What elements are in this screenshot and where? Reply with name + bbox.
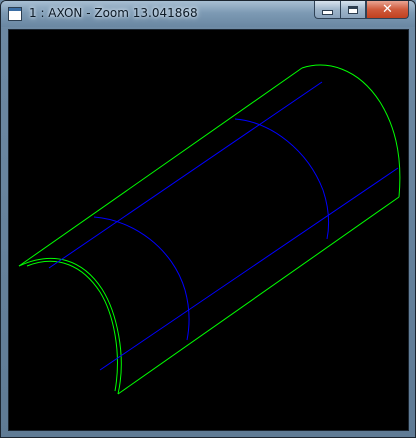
wireframe-drawing [18, 64, 401, 395]
near-end-arc-outer [18, 258, 122, 395]
minimize-button[interactable] [314, 1, 340, 19]
graphics-viewport[interactable] [8, 29, 409, 431]
inner-bottom-line [99, 167, 399, 371]
maximize-icon [348, 5, 358, 14]
title-bar[interactable]: 1 : AXON - Zoom 13.041868 ✕ [1, 1, 415, 27]
close-icon: ✕ [382, 2, 393, 17]
inner-top-line [48, 81, 323, 269]
near-end-arc-inner [26, 260, 118, 392]
section-arc-1 [93, 216, 190, 341]
section-arc-2 [234, 118, 330, 240]
app-icon[interactable] [8, 7, 22, 21]
window-title: 1 : AXON - Zoom 13.041868 [29, 6, 198, 20]
bottom-edge-line [117, 196, 400, 395]
window-controls: ✕ [314, 1, 409, 20]
close-button[interactable]: ✕ [366, 1, 409, 19]
maximize-button[interactable] [340, 1, 366, 19]
top-edge-line [18, 67, 303, 267]
app-window: 1 : AXON - Zoom 13.041868 ✕ [0, 0, 416, 438]
minimize-icon [322, 10, 333, 15]
